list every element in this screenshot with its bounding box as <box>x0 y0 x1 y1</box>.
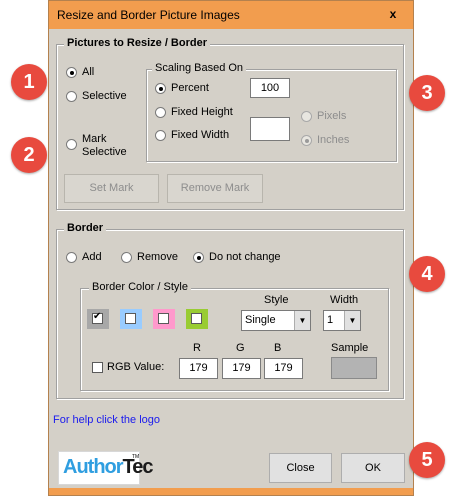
bottom-accent-strip <box>49 488 413 495</box>
swatch-gray-checkbox[interactable] <box>92 311 103 324</box>
swatch-green-checkbox[interactable] <box>191 313 202 324</box>
close-window-button[interactable]: x <box>379 3 407 25</box>
b-value-input[interactable]: 179 <box>264 358 303 379</box>
swatch-pink[interactable] <box>153 309 175 329</box>
g-value-input[interactable]: 179 <box>222 358 261 379</box>
border-add-radio[interactable] <box>66 252 77 263</box>
pixels-radio[interactable] <box>301 111 312 122</box>
mark-selective-label-line1: Mark <box>82 133 107 145</box>
pictures-group-legend: Pictures to Resize / Border <box>64 37 210 49</box>
inches-label: Inches <box>317 134 350 146</box>
color-style-group-legend: Border Color / Style <box>89 281 191 293</box>
width-select[interactable]: 1 ▼ <box>323 310 361 331</box>
fixed-size-input[interactable] <box>250 117 290 141</box>
sample-label: Sample <box>331 342 369 354</box>
border-group-legend: Border <box>64 222 107 234</box>
mark-selective-label-line2: Selective <box>82 146 127 158</box>
style-dropdown-arrow-icon: ▼ <box>294 311 310 330</box>
set-mark-button[interactable]: Set Mark <box>64 174 159 203</box>
help-text: For help click the logo <box>53 414 160 426</box>
rgb-value-checkbox[interactable] <box>92 362 103 373</box>
r-value-input[interactable]: 179 <box>179 358 218 379</box>
close-button[interactable]: Close <box>269 453 332 483</box>
all-radio[interactable] <box>66 67 77 78</box>
callout-badge-3: 3 <box>409 75 445 111</box>
border-remove-label: Remove <box>137 251 178 263</box>
style-select-value: Single <box>245 314 276 326</box>
width-select-value: 1 <box>327 314 334 326</box>
window-title: Resize and Border Picture Images <box>57 8 240 22</box>
percent-radio[interactable] <box>155 83 166 94</box>
fixed-height-label: Fixed Height <box>171 106 233 118</box>
r-label: R <box>193 342 201 354</box>
callout-badge-1: 1 <box>11 64 47 100</box>
remove-mark-button[interactable]: Remove Mark <box>167 174 263 203</box>
fixed-height-radio[interactable] <box>155 107 166 118</box>
border-no-change-label: Do not change <box>209 251 281 263</box>
b-label: B <box>274 342 282 354</box>
g-label: G <box>236 342 245 354</box>
swatch-blue[interactable] <box>120 309 142 329</box>
percent-label: Percent <box>171 82 209 94</box>
style-select[interactable]: Single ▼ <box>241 310 311 331</box>
authortec-logo[interactable]: AuthorTec TM <box>58 451 154 485</box>
callout-badge-2: 2 <box>11 137 47 173</box>
swatch-gray[interactable] <box>87 309 109 329</box>
swatch-blue-checkbox[interactable] <box>125 313 136 324</box>
all-label: All <box>82 66 95 78</box>
rgb-value-label: RGB Value: <box>107 361 165 373</box>
callout-badge-5: 5 <box>409 442 445 478</box>
mark-selective-radio[interactable] <box>66 139 77 150</box>
fixed-width-radio[interactable] <box>155 130 166 141</box>
color-sample-box <box>331 357 377 379</box>
swatch-pink-checkbox[interactable] <box>158 313 169 324</box>
title-bar[interactable]: Resize and Border Picture Images x <box>49 1 413 29</box>
scaling-group-legend: Scaling Based On <box>152 62 247 74</box>
selective-radio[interactable] <box>66 91 77 102</box>
fixed-width-label: Fixed Width <box>171 129 230 141</box>
ok-button[interactable]: OK <box>341 453 405 483</box>
callout-badge-4: 4 <box>409 256 445 292</box>
border-no-change-radio[interactable] <box>193 252 204 263</box>
selective-label: Selective <box>82 90 127 102</box>
logo-trademark: TM <box>132 454 140 460</box>
swatch-green[interactable] <box>186 309 208 329</box>
border-remove-radio[interactable] <box>121 252 132 263</box>
resize-border-dialog: Resize and Border Picture Images x Pictu… <box>48 0 414 496</box>
inches-radio[interactable] <box>301 135 312 146</box>
width-label: Width <box>330 294 359 306</box>
pixels-label: Pixels <box>317 110 347 122</box>
width-dropdown-arrow-icon: ▼ <box>344 311 360 330</box>
border-add-label: Add <box>82 251 102 263</box>
style-label: Style <box>264 294 289 306</box>
percent-input[interactable]: 100 <box>250 78 290 98</box>
